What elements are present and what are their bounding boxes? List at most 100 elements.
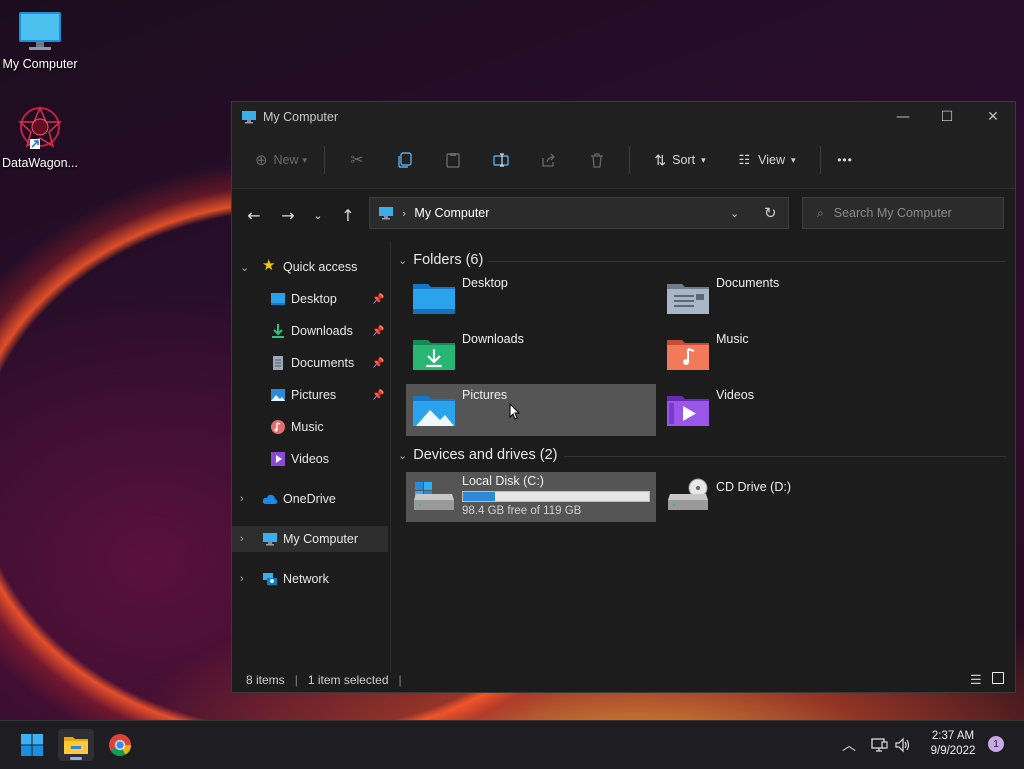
- rename-button[interactable]: [477, 144, 525, 176]
- up-button[interactable]: ↑: [332, 206, 364, 225]
- chevron-right-icon[interactable]: ›: [240, 533, 244, 545]
- search-placeholder: Search My Computer: [833, 206, 952, 220]
- network-status-icon[interactable]: [870, 721, 888, 769]
- copy-icon: [398, 152, 412, 168]
- chevron-down-icon: ⌄: [398, 254, 408, 267]
- minimize-button[interactable]: —: [880, 102, 926, 132]
- pin-icon[interactable]: 📌: [372, 358, 384, 369]
- sidebar-item-label: Videos: [291, 452, 329, 466]
- drive-tile-cd-drive[interactable]: CD Drive (D:): [660, 472, 910, 522]
- sidebar-item-music[interactable]: Music: [232, 414, 388, 440]
- divider: [324, 146, 325, 174]
- delete-button[interactable]: [573, 144, 621, 176]
- refresh-icon[interactable]: ↻: [764, 204, 777, 222]
- downloads-folder-icon: [413, 340, 455, 370]
- cut-button[interactable]: ✂: [333, 144, 381, 176]
- datawagon-icon: [18, 106, 62, 149]
- more-options-button[interactable]: •••: [829, 144, 861, 176]
- title-bar[interactable]: My Computer — ☐ ✕: [232, 102, 1015, 132]
- pin-icon[interactable]: 📌: [372, 326, 384, 337]
- sort-button[interactable]: ⇅ Sort ▾: [638, 144, 722, 176]
- folders-group-header[interactable]: ⌄ Folders (6): [398, 252, 483, 268]
- trash-icon: [591, 152, 603, 168]
- desktop-folder-icon: [271, 293, 285, 305]
- share-button[interactable]: [525, 144, 573, 176]
- search-input[interactable]: ⌕ Search My Computer: [802, 197, 1004, 229]
- folder-name: Pictures: [462, 388, 508, 402]
- recent-locations-button[interactable]: ⌄: [304, 209, 332, 222]
- sidebar-item-videos[interactable]: Videos: [232, 446, 388, 472]
- drive-tile-local-disk[interactable]: Local Disk (C:) 98.4 GB free of 119 GB: [406, 472, 656, 522]
- forward-button[interactable]: →: [272, 206, 304, 225]
- sidebar-item-desktop[interactable]: Desktop 📌: [232, 286, 388, 312]
- tiles-view-icon[interactable]: [992, 672, 1004, 684]
- taskbar-file-explorer[interactable]: [58, 729, 94, 761]
- pin-icon[interactable]: 📌: [372, 390, 384, 401]
- chevron-down-icon: ▾: [302, 154, 308, 165]
- address-dropdown-icon[interactable]: ⌄: [730, 207, 739, 220]
- breadcrumb-chevron-icon: ›: [402, 206, 407, 220]
- folder-icon: [64, 737, 88, 754]
- file-explorer-window: My Computer — ☐ ✕ ⊕ New ▾ ✂ ⇅ Sort ▾ ☷ V…: [231, 101, 1016, 693]
- monitor-icon: [379, 207, 393, 220]
- pictures-icon: [271, 389, 285, 401]
- sidebar-item-label: Network: [283, 572, 329, 586]
- plus-circle-icon: ⊕: [254, 152, 268, 169]
- sidebar-item-pictures[interactable]: Pictures 📌: [232, 382, 388, 408]
- group-title: Folders (6): [413, 252, 484, 268]
- sidebar-item-downloads[interactable]: Downloads 📌: [232, 318, 388, 344]
- speaker-icon: [895, 737, 910, 753]
- star-icon: ★: [262, 257, 276, 274]
- notification-badge[interactable]: 1: [988, 736, 1004, 752]
- drives-group-header[interactable]: ⌄ Devices and drives (2): [398, 447, 557, 463]
- sidebar-item-quick-access[interactable]: ⌄ ★ Quick access: [232, 254, 388, 280]
- divider: [629, 146, 630, 174]
- status-bar: 8 items | 1 item selected | ☰: [232, 668, 1015, 692]
- folder-tile-pictures[interactable]: Pictures: [406, 384, 656, 436]
- pin-icon[interactable]: 📌: [372, 294, 384, 305]
- sidebar-item-my-computer[interactable]: › My Computer: [232, 526, 388, 552]
- window-title: My Computer: [263, 110, 339, 124]
- sidebar-item-onedrive[interactable]: › OneDrive: [232, 486, 388, 512]
- back-button[interactable]: ←: [238, 206, 270, 225]
- folder-tile-documents[interactable]: Documents: [660, 272, 910, 324]
- details-view-icon[interactable]: ☰: [970, 672, 982, 688]
- breadcrumb[interactable]: My Computer: [414, 206, 489, 220]
- maximize-button[interactable]: ☐: [924, 102, 970, 132]
- address-bar[interactable]: › My Computer ⌄ ↻: [369, 197, 789, 229]
- drive-name: Local Disk (C:): [462, 474, 544, 488]
- new-button[interactable]: ⊕ New ▾: [246, 144, 316, 176]
- folder-tile-downloads[interactable]: Downloads: [406, 328, 656, 380]
- desktop-icon-label: DataWagon...: [2, 156, 78, 170]
- chevron-down-icon[interactable]: ⌄: [240, 261, 249, 274]
- sidebar-item-label: Music: [291, 420, 324, 434]
- paste-button[interactable]: [429, 144, 477, 176]
- folder-tile-desktop[interactable]: Desktop: [406, 272, 656, 324]
- sidebar-item-network[interactable]: › Network: [232, 566, 388, 592]
- chrome-icon: [109, 734, 131, 756]
- desktop-icon-my-computer[interactable]: My Computer: [0, 10, 80, 71]
- monitor-icon: [263, 533, 277, 546]
- folder-name: Documents: [716, 276, 780, 290]
- folder-name: Videos: [716, 388, 754, 402]
- navigation-pane: ⌄ ★ Quick access Desktop 📌 Downloads 📌 D…: [232, 242, 391, 672]
- show-hidden-icons-button[interactable]: ︿: [842, 721, 856, 769]
- chevron-right-icon[interactable]: ›: [240, 493, 244, 505]
- copy-button[interactable]: [381, 144, 429, 176]
- folder-tile-videos[interactable]: Videos: [660, 384, 910, 436]
- view-button[interactable]: ☷ View ▾: [722, 144, 812, 176]
- start-button[interactable]: [14, 729, 50, 761]
- folder-tile-music[interactable]: Music: [660, 328, 910, 380]
- close-button[interactable]: ✕: [970, 102, 1016, 132]
- monitor-icon: [19, 12, 61, 50]
- video-icon: [271, 452, 285, 466]
- volume-icon[interactable]: [894, 721, 912, 769]
- videos-folder-icon: [667, 396, 709, 426]
- chevron-right-icon[interactable]: ›: [240, 573, 244, 585]
- network-monitor-icon: [871, 738, 888, 752]
- desktop-icon-datawagon[interactable]: DataWagon...: [0, 105, 80, 170]
- sidebar-item-documents[interactable]: Documents 📌: [232, 350, 388, 376]
- taskbar-chrome[interactable]: [102, 729, 138, 761]
- taskbar-clock[interactable]: 2:37 AM 9/9/2022: [918, 729, 988, 759]
- chevron-up-icon: ︿: [842, 738, 856, 754]
